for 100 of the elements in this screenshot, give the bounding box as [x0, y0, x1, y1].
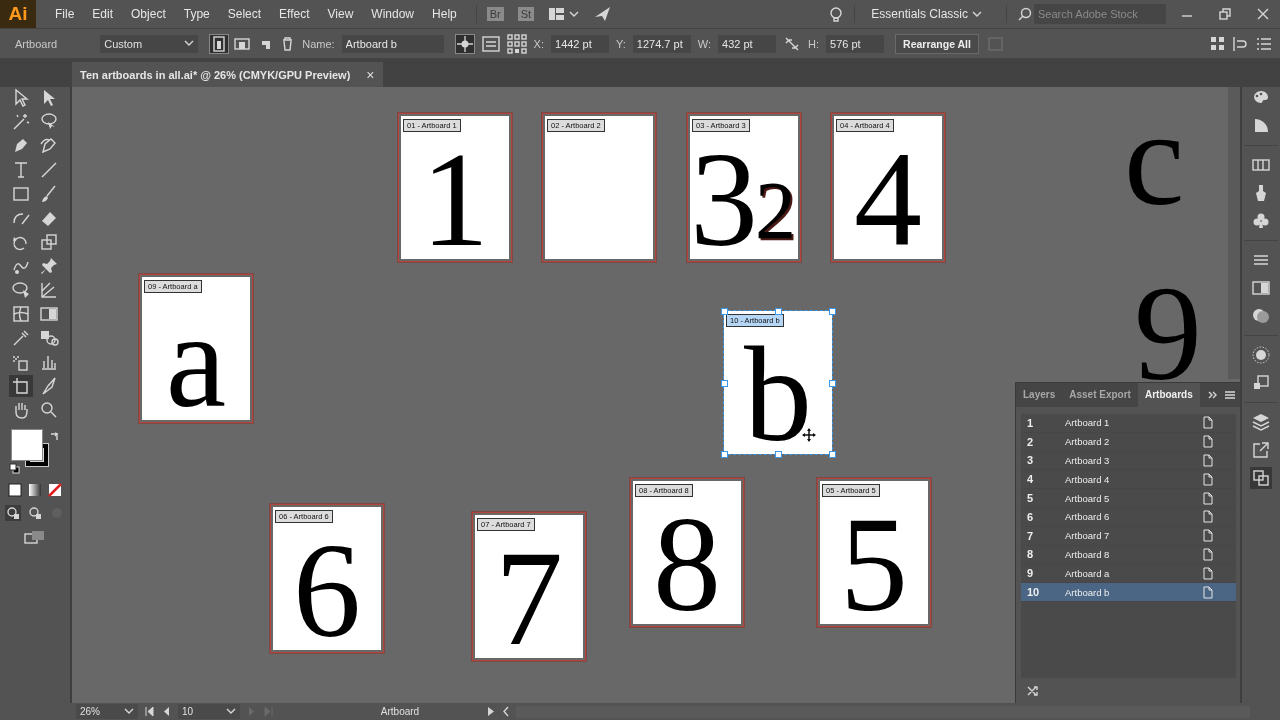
y-field[interactable]: 1274.7 pt: [632, 34, 691, 53]
reference-point-icon[interactable]: [506, 33, 527, 54]
artboard-row[interactable]: 1 Artboard 1: [1021, 414, 1236, 433]
artboard-row[interactable]: 10 Artboard b: [1021, 583, 1236, 602]
glyph-text[interactable]: 9: [1134, 265, 1202, 381]
row-name: Artboard 5: [1065, 492, 1111, 504]
artboard-tool-icon[interactable]: [9, 375, 33, 397]
restore-icon[interactable]: [1218, 7, 1232, 21]
glyph-text[interactable]: c: [1124, 90, 1185, 226]
panel-tab[interactable]: Artboards: [1137, 383, 1200, 407]
caret-icon[interactable]: [569, 10, 580, 18]
row-name: Artboard b: [1065, 586, 1111, 598]
scrollbar[interactable]: [1228, 87, 1240, 379]
list-menu-icon[interactable]: [1256, 35, 1272, 52]
caret-icon[interactable]: [226, 708, 236, 715]
none-mode-icon[interactable]: [48, 483, 62, 497]
glyph-text[interactable]: 8: [653, 509, 721, 618]
caret-icon[interactable]: [124, 708, 134, 715]
menu-item[interactable]: Effect: [270, 7, 319, 21]
artboard-row[interactable]: 8 Artboard 8: [1021, 545, 1236, 565]
portrait-button[interactable]: [209, 33, 230, 54]
row-number: 6: [1026, 510, 1035, 523]
glyph-text[interactable]: 1: [421, 144, 489, 253]
selection-handle[interactable]: [829, 308, 836, 315]
glyph-text[interactable]: 7: [495, 543, 563, 652]
play-icon[interactable]: [486, 706, 496, 717]
search-field[interactable]: Search Adobe Stock: [1034, 4, 1166, 24]
artboard-row[interactable]: 5 Artboard 5: [1021, 489, 1236, 508]
double-chevron-icon[interactable]: [1208, 391, 1217, 399]
row-number: 9: [1026, 567, 1035, 580]
close-tab-button[interactable]: ×: [366, 66, 375, 83]
glyph-text[interactable]: b: [744, 339, 812, 448]
artboards-panel-icon[interactable]: [1250, 467, 1272, 489]
appearance-sun-icon[interactable]: [1250, 344, 1272, 366]
menu-item[interactable]: Select: [218, 7, 271, 21]
rearrange-all-button[interactable]: Rearrange All: [895, 33, 979, 54]
grid-icon[interactable]: [1210, 36, 1225, 51]
selection-handle[interactable]: [829, 451, 836, 458]
artboard-number-dropdown[interactable]: 10: [178, 704, 240, 719]
artboard-row[interactable]: 2 Artboard 2: [1021, 432, 1236, 452]
search-icon: [1017, 6, 1032, 22]
width-field[interactable]: 432 pt: [718, 34, 777, 53]
panel-tab[interactable]: Asset Export: [1062, 383, 1138, 407]
zoom-dropdown[interactable]: 26%: [76, 704, 138, 719]
menu-item[interactable]: View: [318, 7, 363, 21]
draw-behind-icon[interactable]: [27, 505, 43, 521]
artboard-row[interactable]: 4 Artboard 4: [1021, 470, 1236, 490]
move-artwork-button[interactable]: [454, 33, 475, 54]
swap-arrows-icon[interactable]: [49, 431, 59, 441]
row-number: 2: [1026, 435, 1035, 448]
caret-icon[interactable]: [184, 40, 195, 47]
x-field[interactable]: 1442 pt: [551, 34, 609, 53]
artboard-row[interactable]: 7 Artboard 7: [1021, 526, 1236, 546]
paper-plane-icon[interactable]: [593, 5, 612, 23]
lightbulb-icon[interactable]: [828, 5, 845, 23]
selection-handle[interactable]: [775, 308, 782, 315]
selection-handle[interactable]: [829, 379, 836, 387]
selection-handle[interactable]: [721, 451, 728, 458]
default-colors-icon[interactable]: [9, 463, 20, 474]
row-name: Artboard 6: [1065, 511, 1111, 523]
artboard-row[interactable]: 3 Artboard 3: [1021, 451, 1236, 471]
selection-handle[interactable]: [775, 451, 782, 458]
draw-normal-icon[interactable]: [5, 505, 21, 521]
height-field[interactable]: 576 pt: [826, 34, 885, 53]
menu-item[interactable]: Type: [174, 7, 219, 21]
glyph-text[interactable]: 5: [840, 509, 908, 618]
glyph-text[interactable]: 4: [854, 144, 922, 253]
export-icon[interactable]: [1250, 439, 1272, 461]
selection-handle[interactable]: [721, 379, 728, 387]
rearrange-icon[interactable]: [1026, 684, 1039, 698]
screen-mode-icon[interactable]: [24, 529, 46, 545]
artboard-row[interactable]: 6 Artboard 6: [1021, 508, 1236, 527]
menu-item[interactable]: Window: [362, 7, 424, 21]
panel-menu-icon[interactable]: [1225, 390, 1235, 400]
document-tab[interactable]: Ten artboards in all.ai* @ 26% (CMYK/GPU Preview) ×: [72, 62, 383, 87]
glyph-text[interactable]: a: [165, 305, 227, 414]
menu-item[interactable]: Edit: [83, 7, 123, 21]
align-icon[interactable]: [1232, 34, 1249, 53]
workspace-switcher[interactable]: Essentials Classic: [871, 7, 968, 21]
color-mode-icon[interactable]: [8, 483, 22, 497]
name-field[interactable]: Artboard b: [341, 34, 444, 53]
chevron-left-icon[interactable]: [502, 706, 510, 717]
panel-tab[interactable]: Layers: [1016, 383, 1063, 407]
glyph-text[interactable]: 3: [690, 144, 758, 253]
close-icon[interactable]: [1256, 7, 1270, 21]
preset-dropdown[interactable]: Custom: [100, 34, 199, 53]
workspace-layout-icon[interactable]: [548, 6, 566, 22]
previous-artboard-icon[interactable]: [161, 706, 172, 717]
layers-icon[interactable]: [1250, 411, 1272, 433]
first-artboard-icon[interactable]: [144, 706, 155, 717]
caret-icon[interactable]: [972, 10, 982, 18]
menu-item[interactable]: Help: [423, 7, 466, 21]
app-logo: Ai: [0, 0, 36, 28]
gradient-mode-icon[interactable]: [28, 483, 42, 497]
glyph-text[interactable]: 2: [755, 170, 796, 252]
glyph-text[interactable]: 6: [293, 535, 361, 644]
menu-item[interactable]: File: [46, 7, 84, 21]
selection-handle[interactable]: [721, 308, 728, 315]
fill-stroke-swatches-drawing[interactable]: [11, 429, 50, 468]
menu-item[interactable]: Object: [122, 7, 175, 21]
